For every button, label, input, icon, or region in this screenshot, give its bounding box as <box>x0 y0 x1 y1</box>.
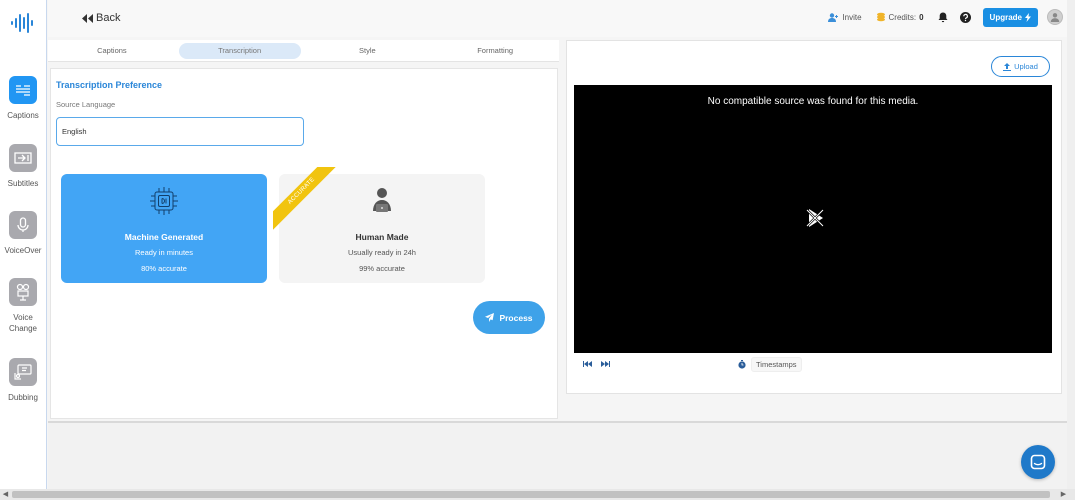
transcription-panel: Transcription Preference Source Language… <box>50 68 558 419</box>
transcription-preference-title: Transcription Preference <box>56 80 163 90</box>
upload-button[interactable]: Upload <box>991 56 1050 77</box>
scroll-right-arrow-icon[interactable]: ▶ <box>1058 489 1069 500</box>
video-error-message: No compatible source was found for this … <box>707 96 919 107</box>
help-button[interactable] <box>959 11 971 23</box>
sidebar-item-label: Voice Change <box>8 313 38 333</box>
skip-forward-icon <box>601 361 610 367</box>
bottom-area <box>48 421 1075 489</box>
voice-change-icon <box>9 278 37 306</box>
source-language-select[interactable]: English <box>56 117 304 146</box>
sidebar-item-voiceover[interactable]: VoiceOver <box>0 211 46 256</box>
credits-value: 0 <box>919 12 924 22</box>
lightning-icon <box>1025 12 1031 22</box>
upgrade-label: Upgrade <box>989 12 1022 22</box>
skip-back-icon <box>583 361 592 367</box>
sidebar: Captions Subtitles VoiceOver Voice Chang… <box>0 0 47 489</box>
sidebar-item-label: Dubbing <box>8 393 38 402</box>
upload-icon <box>1003 62 1012 71</box>
editor-tabs: Captions Transcription Style Formatting <box>48 40 559 62</box>
avatar[interactable] <box>1047 9 1063 25</box>
add-user-icon <box>828 12 839 22</box>
notifications-button[interactable] <box>938 12 948 23</box>
dubbing-icon <box>9 358 37 386</box>
chat-widget-button[interactable] <box>1021 445 1055 479</box>
subtitles-icon <box>9 144 37 172</box>
tab-formatting[interactable]: Formatting <box>434 43 556 59</box>
process-label: Process <box>499 312 533 323</box>
human-made-accuracy: 99% accurate <box>359 264 405 273</box>
ai-chip-icon <box>150 187 178 215</box>
sidebar-item-label: Subtitles <box>7 179 39 188</box>
timestamps-button[interactable]: Timestamps <box>751 357 802 372</box>
tab-transcription[interactable]: Transcription <box>178 42 301 59</box>
play-disabled-icon[interactable] <box>804 207 826 229</box>
credits-label: Credits: <box>888 12 917 22</box>
media-panel: Upload No compatible source was found fo… <box>566 40 1062 394</box>
process-button[interactable]: Process <box>473 301 545 334</box>
sidebar-item-subtitles[interactable]: Subtitles <box>0 144 46 189</box>
stopwatch-icon <box>738 360 746 369</box>
coins-icon <box>876 12 885 22</box>
scroll-left-arrow-icon[interactable]: ◀ <box>0 489 11 500</box>
help-icon <box>959 11 971 23</box>
horizontal-scrollbar[interactable]: ◀ ▶ <box>0 489 1075 500</box>
sidebar-item-label: VoiceOver <box>4 246 42 255</box>
microphone-icon <box>9 211 37 239</box>
machine-generated-title: Machine Generated <box>124 232 204 242</box>
app-logo[interactable] <box>10 12 36 34</box>
human-made-title: Human Made <box>355 232 409 242</box>
upload-label: Upload <box>1014 62 1038 71</box>
sidebar-item-captions[interactable]: Captions <box>0 76 46 121</box>
scrollbar-thumb[interactable] <box>12 491 1050 498</box>
tab-captions[interactable]: Captions <box>51 43 173 59</box>
double-chevron-left-icon <box>82 13 93 23</box>
paper-plane-icon <box>485 313 495 322</box>
invite-button[interactable]: Invite <box>828 12 862 22</box>
machine-generated-accuracy: 80% accurate <box>141 264 187 273</box>
human-made-subtitle: Usually ready in 24h <box>348 248 416 257</box>
chat-icon <box>1030 454 1046 470</box>
vertical-scrollbar[interactable] <box>1067 0 1075 489</box>
user-icon <box>1050 13 1060 22</box>
player-controls: Timestamps <box>574 356 1052 372</box>
bell-icon <box>938 12 948 22</box>
machine-generated-subtitle: Ready in minutes <box>135 248 193 257</box>
sidebar-item-voice-change[interactable]: Voice Change <box>0 278 46 334</box>
skip-back-button[interactable] <box>583 361 592 367</box>
human-made-option[interactable]: Human Made Usually ready in 24h 99% accu… <box>279 174 485 283</box>
video-player[interactable]: No compatible source was found for this … <box>574 85 1052 353</box>
source-language-label: Source Language <box>56 100 116 109</box>
back-label: Back <box>96 12 121 24</box>
tab-style[interactable]: Style <box>307 43 429 59</box>
machine-generated-option[interactable]: Machine Generated Ready in minutes 80% a… <box>61 174 267 283</box>
invite-label: Invite <box>842 12 862 22</box>
back-button[interactable]: Back <box>82 12 120 24</box>
captions-icon <box>9 76 37 104</box>
skip-forward-button[interactable] <box>601 361 610 367</box>
person-laptop-icon <box>373 188 391 212</box>
top-header: Back Invite Credits: 0 Upgrade <box>48 0 1075 37</box>
timestamps-group: Timestamps <box>738 357 802 372</box>
credits-display[interactable]: Credits: 0 <box>876 12 924 22</box>
sidebar-item-label: Captions <box>7 111 39 120</box>
sidebar-item-dubbing[interactable]: Dubbing <box>0 358 46 403</box>
upgrade-button[interactable]: Upgrade <box>982 7 1038 27</box>
